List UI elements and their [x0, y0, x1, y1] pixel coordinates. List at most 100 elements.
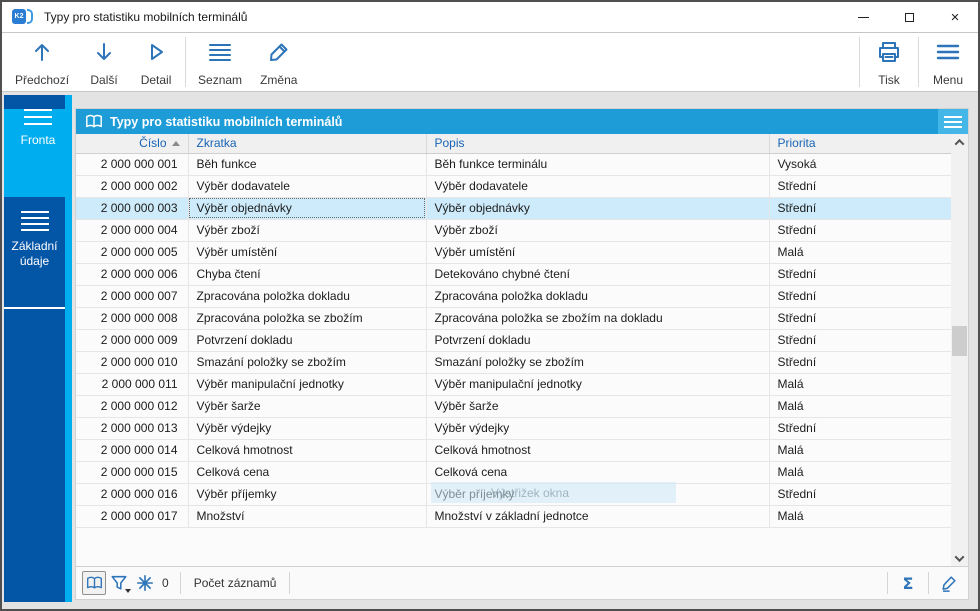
cell-cislo[interactable]: 2 000 000 010 [76, 351, 189, 374]
column-header-popis[interactable]: Popis [426, 134, 770, 154]
table-row[interactable]: 2 000 000 004 Výběr zboží Výběr zboží Střed… [76, 219, 953, 242]
vertical-scrollbar[interactable] [951, 134, 968, 567]
cell-cislo[interactable]: 2 000 000 011 [76, 373, 189, 396]
cell-zkratka[interactable]: Zpracována položka dokladu [188, 285, 427, 308]
cell-priorita[interactable]: Malá [769, 395, 953, 418]
cell-cislo[interactable]: 2 000 000 002 [76, 175, 189, 198]
menu-button[interactable]: Menu [922, 33, 974, 91]
cell-priorita[interactable]: Střední [769, 329, 953, 352]
cell-priorita[interactable]: Střední [769, 483, 953, 506]
scroll-up-button[interactable] [951, 134, 968, 151]
cell-zkratka[interactable]: Potvrzení dokladu [188, 329, 427, 352]
cell-priorita[interactable]: Střední [769, 351, 953, 374]
cell-popis[interactable]: Výběr výdejky [426, 417, 770, 440]
sidebar-tab-zakladni-udaje[interactable]: Základní údaje [4, 211, 65, 309]
cell-popis[interactable]: Zpracována položka se zbožím na dokladu [426, 307, 770, 330]
cell-popis[interactable]: Výběr objednávky [426, 197, 770, 220]
cell-popis[interactable]: Výběr šarže [426, 395, 770, 418]
next-button[interactable]: Další [78, 33, 130, 91]
cell-popis[interactable]: Detekováno chybné čtení [426, 263, 770, 286]
table-row[interactable]: 2 000 000 012 Výběr šarže Výběr šarže Malá [76, 395, 953, 418]
cell-priorita[interactable]: Střední [769, 219, 953, 242]
table-row[interactable]: 2 000 000 010 Smazání položky se zbožím Sm… [76, 351, 953, 374]
detail-button[interactable]: Detail [130, 33, 182, 91]
cell-priorita[interactable]: Malá [769, 241, 953, 264]
table-row[interactable]: 2 000 000 017 Množství Množství v základní… [76, 505, 953, 528]
column-header-zkratka[interactable]: Zkratka [188, 134, 427, 154]
list-button[interactable]: Seznam [189, 33, 251, 91]
cell-zkratka[interactable]: Výběr dodavatele [188, 175, 427, 198]
filter-button[interactable] [106, 571, 132, 595]
panel-menu-button[interactable] [938, 109, 968, 134]
cell-popis[interactable]: Výběr umístění [426, 241, 770, 264]
cell-zkratka[interactable]: Výběr výdejky [188, 417, 427, 440]
table-row[interactable]: 2 000 000 016 Výběr příjemky Výběr příjemk… [76, 483, 953, 506]
cell-zkratka[interactable]: Chyba čtení [188, 263, 427, 286]
cell-popis[interactable]: Běh funkce terminálu [426, 153, 770, 176]
cell-popis[interactable]: Výběr zboží [426, 219, 770, 242]
cell-zkratka[interactable]: Smazání položky se zbožím [188, 351, 427, 374]
cell-cislo[interactable]: 2 000 000 004 [76, 219, 189, 242]
cell-cislo[interactable]: 2 000 000 014 [76, 439, 189, 462]
cell-cislo[interactable]: 2 000 000 003 [76, 197, 189, 220]
cell-popis[interactable]: Množství v základní jednotce [426, 505, 770, 528]
cell-priorita[interactable]: Střední [769, 175, 953, 198]
cell-cislo[interactable]: 2 000 000 017 [76, 505, 189, 528]
cell-zkratka[interactable]: Výběr objednávky [188, 197, 427, 220]
cell-zkratka[interactable]: Celková cena [188, 461, 427, 484]
maximize-button[interactable] [886, 2, 932, 32]
cell-cislo[interactable]: 2 000 000 006 [76, 263, 189, 286]
cell-cislo[interactable]: 2 000 000 007 [76, 285, 189, 308]
sum-button[interactable]: Σ [895, 571, 921, 595]
table-row[interactable]: 2 000 000 003 Výběr objednávky Výběr objed… [76, 197, 953, 220]
cell-priorita[interactable]: Malá [769, 461, 953, 484]
book-view-button[interactable] [82, 571, 106, 595]
cell-priorita[interactable]: Střední [769, 307, 953, 330]
cell-popis[interactable]: Celková cena [426, 461, 770, 484]
cell-popis[interactable]: Výběr manipulační jednotky [426, 373, 770, 396]
cell-zkratka[interactable]: Množství [188, 505, 427, 528]
cell-zkratka[interactable]: Výběr umístění [188, 241, 427, 264]
cell-cislo[interactable]: 2 000 000 009 [76, 329, 189, 352]
print-button[interactable]: Tisk [863, 33, 915, 91]
table-row[interactable]: 2 000 000 002 Výběr dodavatele Výběr dodav… [76, 175, 953, 198]
cell-popis[interactable]: Smazání položky se zbožím [426, 351, 770, 374]
edit-button[interactable] [936, 571, 962, 595]
cell-popis[interactable]: Potvrzení dokladu [426, 329, 770, 352]
cell-cislo[interactable]: 2 000 000 016 [76, 483, 189, 506]
cell-zkratka[interactable]: Celková hmotnost [188, 439, 427, 462]
cell-popis[interactable]: Výběr dodavatele [426, 175, 770, 198]
cell-priorita[interactable]: Vysoká [769, 153, 953, 176]
cell-cislo[interactable]: 2 000 000 013 [76, 417, 189, 440]
cell-popis[interactable]: Celková hmotnost [426, 439, 770, 462]
cell-zkratka[interactable]: Výběr manipulační jednotky [188, 373, 427, 396]
cell-zkratka[interactable]: Výběr šarže [188, 395, 427, 418]
scrollbar-thumb[interactable] [952, 326, 967, 356]
close-button[interactable]: × [932, 2, 978, 32]
cell-priorita[interactable]: Malá [769, 439, 953, 462]
cell-zkratka[interactable]: Výběr zboží [188, 219, 427, 242]
cell-cislo[interactable]: 2 000 000 005 [76, 241, 189, 264]
table-row[interactable]: 2 000 000 008 Zpracována položka se zboží… [76, 307, 953, 330]
cell-priorita[interactable]: Malá [769, 373, 953, 396]
wildcard-button[interactable] [132, 571, 158, 595]
minimize-button[interactable] [840, 2, 886, 32]
sidebar-tab-fronta[interactable]: Fronta [4, 109, 72, 197]
table-row[interactable]: 2 000 000 014 Celková hmotnost Celková hmo… [76, 439, 953, 462]
table-row[interactable]: 2 000 000 009 Potvrzení dokladu Potvrzení … [76, 329, 953, 352]
table-row[interactable]: 2 000 000 015 Celková cena Celková cena Mal… [76, 461, 953, 484]
table-row[interactable]: 2 000 000 013 Výběr výdejky Výběr výdejky S… [76, 417, 953, 440]
column-header-cislo[interactable]: Číslo [76, 134, 189, 154]
table-row[interactable]: 2 000 000 005 Výběr umístění Výběr umístěn… [76, 241, 953, 264]
change-button[interactable]: Změna [251, 33, 306, 91]
cell-priorita[interactable]: Střední [769, 197, 953, 220]
table-row[interactable]: 2 000 000 011 Výběr manipulační jednotky V… [76, 373, 953, 396]
table-row[interactable]: 2 000 000 001 Běh funkce Běh funkce termin… [76, 153, 953, 176]
cell-cislo[interactable]: 2 000 000 008 [76, 307, 189, 330]
cell-popis[interactable]: Výběr příjemky [426, 483, 770, 506]
cell-cislo[interactable]: 2 000 000 012 [76, 395, 189, 418]
column-header-priorita[interactable]: Priorita [769, 134, 953, 154]
previous-button[interactable]: Předchozí [6, 33, 78, 91]
cell-zkratka[interactable]: Zpracována položka se zbožím [188, 307, 427, 330]
table-row[interactable]: 2 000 000 006 Chyba čtení Detekováno chybn… [76, 263, 953, 286]
